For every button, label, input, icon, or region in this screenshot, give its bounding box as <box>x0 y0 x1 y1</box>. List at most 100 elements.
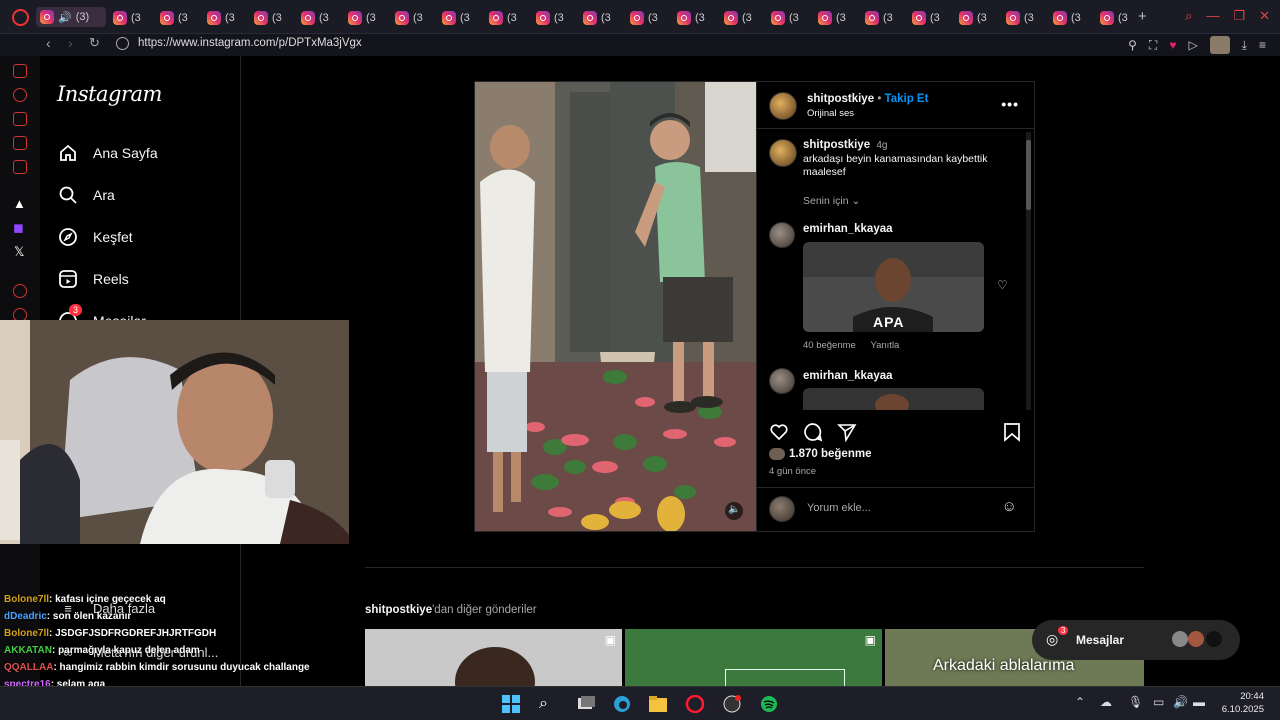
nav-reels[interactable]: Reels <box>57 268 129 290</box>
messages-pill[interactable]: ◎ 3 Mesajlar <box>1032 620 1240 660</box>
tab[interactable]: (3 <box>583 9 611 27</box>
emoji-icon[interactable]: ☺ <box>1002 498 1017 515</box>
snapshot-icon[interactable]: ⛶ <box>1149 38 1157 53</box>
tab[interactable]: (3 <box>865 9 893 27</box>
start-icon[interactable] <box>501 695 521 713</box>
nav-home[interactable]: Ana Sayfa <box>57 142 158 164</box>
commenter-avatar[interactable] <box>769 368 795 394</box>
tab[interactable]: (3 <box>1006 9 1034 27</box>
comment-username[interactable]: emirhan_kkayaa <box>803 370 893 382</box>
obs-icon[interactable] <box>722 695 742 713</box>
like-icon[interactable] <box>769 422 789 447</box>
network-icon[interactable]: ▭ <box>1153 695 1164 709</box>
tab[interactable]: (3 <box>959 9 987 27</box>
new-tab-icon[interactable]: + <box>1138 8 1147 25</box>
opera-logo-icon[interactable] <box>12 9 29 26</box>
forward-icon[interactable]: › <box>68 35 73 51</box>
reply-button[interactable]: Yanıtla <box>870 340 899 351</box>
tab-active[interactable]: 🔊 (3) <box>36 7 106 27</box>
tab[interactable]: (3 <box>160 9 188 27</box>
follow-button[interactable]: Takip Et <box>885 93 929 105</box>
close-icon[interactable]: ✕ <box>1259 8 1270 24</box>
messenger-icon[interactable] <box>13 64 27 78</box>
onedrive-icon[interactable]: ☁ <box>1100 695 1112 709</box>
instagram-logo[interactable]: Instagram <box>57 82 162 106</box>
tab[interactable]: (3 <box>395 9 423 27</box>
tab[interactable]: (3 <box>724 9 752 27</box>
caption-avatar[interactable] <box>769 139 797 167</box>
post-video[interactable]: 🔈 <box>475 82 756 531</box>
mail-icon[interactable] <box>13 160 27 174</box>
tab[interactable]: (3 <box>348 9 376 27</box>
volume-icon[interactable]: 🔊 <box>1173 695 1188 709</box>
comment-username[interactable]: emirhan_kkayaa <box>803 223 893 235</box>
commenter-avatar[interactable] <box>769 222 795 248</box>
url-field[interactable]: https://www.instagram.com/p/DPTxMa3jVgx <box>138 37 362 49</box>
tab[interactable]: (3 <box>442 9 470 27</box>
more-options-icon[interactable]: ••• <box>1001 96 1019 112</box>
more-post-thumb[interactable]: ▣ <box>625 629 882 686</box>
comment-gif[interactable]: APA <box>803 242 984 332</box>
back-icon[interactable]: ‹ <box>46 35 51 51</box>
edge-icon[interactable] <box>612 695 632 713</box>
tab[interactable]: (3 <box>912 9 940 27</box>
mic-icon[interactable]: 🎙 <box>1128 695 1143 709</box>
tab[interactable]: (3 <box>489 9 517 27</box>
more-posts-author[interactable]: shitpostkiye <box>365 604 432 616</box>
task-view-icon[interactable] <box>576 695 596 713</box>
tab[interactable]: (3 <box>677 9 705 27</box>
save-icon[interactable] <box>1003 422 1021 447</box>
minimize-icon[interactable]: — <box>1206 8 1219 24</box>
battery-icon[interactable]: ▬ <box>1193 695 1205 709</box>
tab[interactable]: (3 <box>207 9 235 27</box>
site-info-icon[interactable] <box>116 37 129 50</box>
reload-icon[interactable]: ↻ <box>89 35 100 51</box>
menu-icon[interactable]: ≡ <box>1259 38 1266 52</box>
likes-row[interactable]: 1.870 beğenme <box>769 448 871 460</box>
share-icon[interactable] <box>837 422 857 447</box>
maximize-icon[interactable]: ❐ <box>1233 8 1245 24</box>
opera-taskbar-icon[interactable] <box>685 694 705 714</box>
tab[interactable]: (3 <box>113 9 141 27</box>
pin-icon[interactable]: ⚲ <box>1128 38 1137 52</box>
tab[interactable]: (3 <box>630 9 658 27</box>
comment-gif[interactable] <box>803 388 984 410</box>
comment-icon[interactable] <box>803 422 823 447</box>
comments-scrollbar[interactable] <box>1026 132 1031 410</box>
audio-label[interactable]: Orijinal ses <box>807 108 854 119</box>
caption-username[interactable]: shitpostkiye <box>803 139 870 151</box>
system-clock[interactable]: 20:44 6.10.2025 <box>1214 690 1264 716</box>
author-username[interactable]: shitpostkiye <box>807 93 874 105</box>
x-icon[interactable]: 𝕏 <box>14 244 24 260</box>
bag-icon[interactable] <box>13 112 27 126</box>
sort-dropdown[interactable]: Senin için ⌄ <box>803 195 860 207</box>
comment-input[interactable]: Yorum ekle... <box>807 502 871 514</box>
search-tabs-icon[interactable]: ⌕ <box>1185 8 1192 24</box>
speaker-icon[interactable]: 🔊 <box>58 11 72 24</box>
tab[interactable]: (3 <box>254 9 282 27</box>
search-icon[interactable]: ⌕ <box>539 695 559 713</box>
twitch-icon[interactable]: ◼ <box>13 220 24 236</box>
more-post-thumb[interactable]: ▣ <box>365 629 622 686</box>
pocket-icon[interactable]: ♥ <box>1169 38 1176 52</box>
pinboard-icon[interactable] <box>13 136 27 150</box>
tab[interactable]: (3 <box>1100 9 1128 27</box>
tab[interactable]: (3 <box>301 9 329 27</box>
tray-chevron-icon[interactable]: ⌃ <box>1075 695 1085 709</box>
author-avatar[interactable] <box>769 92 797 120</box>
tab[interactable]: (3 <box>1053 9 1081 27</box>
player-icon[interactable] <box>13 284 27 298</box>
comment-likes[interactable]: 40 beğenme <box>803 340 856 351</box>
scrollbar-thumb[interactable] <box>1026 140 1031 210</box>
tab[interactable]: (3 <box>771 9 799 27</box>
download-icon[interactable]: ⤓ <box>1242 38 1247 53</box>
comment-like-icon[interactable]: ♡ <box>997 278 1008 292</box>
file-explorer-icon[interactable] <box>648 695 668 713</box>
tab[interactable]: (3 <box>536 9 564 27</box>
send-icon[interactable]: ▷ <box>1188 38 1197 52</box>
nav-explore[interactable]: Keşfet <box>57 226 133 248</box>
spotify-icon[interactable] <box>759 695 779 713</box>
aria-icon[interactable]: ▲ <box>13 196 26 211</box>
nav-search[interactable]: Ara <box>57 184 115 206</box>
history-icon[interactable] <box>13 88 27 102</box>
